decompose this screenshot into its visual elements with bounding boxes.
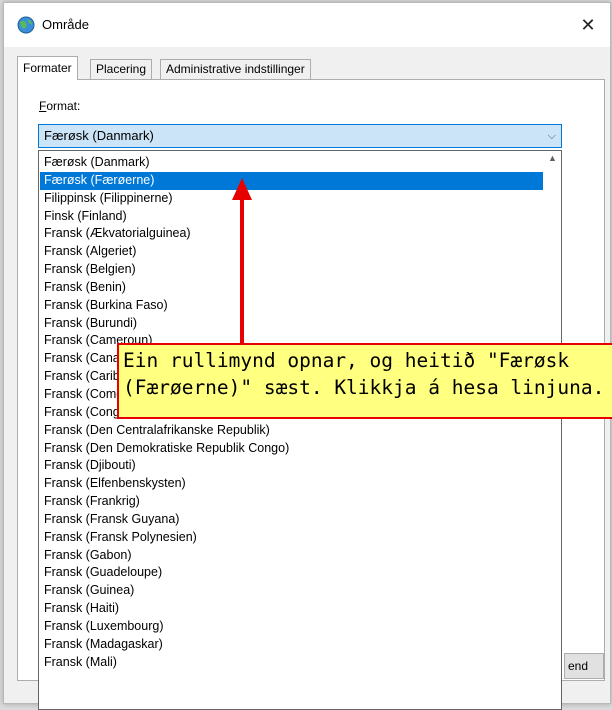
instruction-callout: Ein rullimynd opnar, og heitið "Færøsk (… [117, 343, 612, 419]
arrow-head-icon [232, 178, 252, 200]
